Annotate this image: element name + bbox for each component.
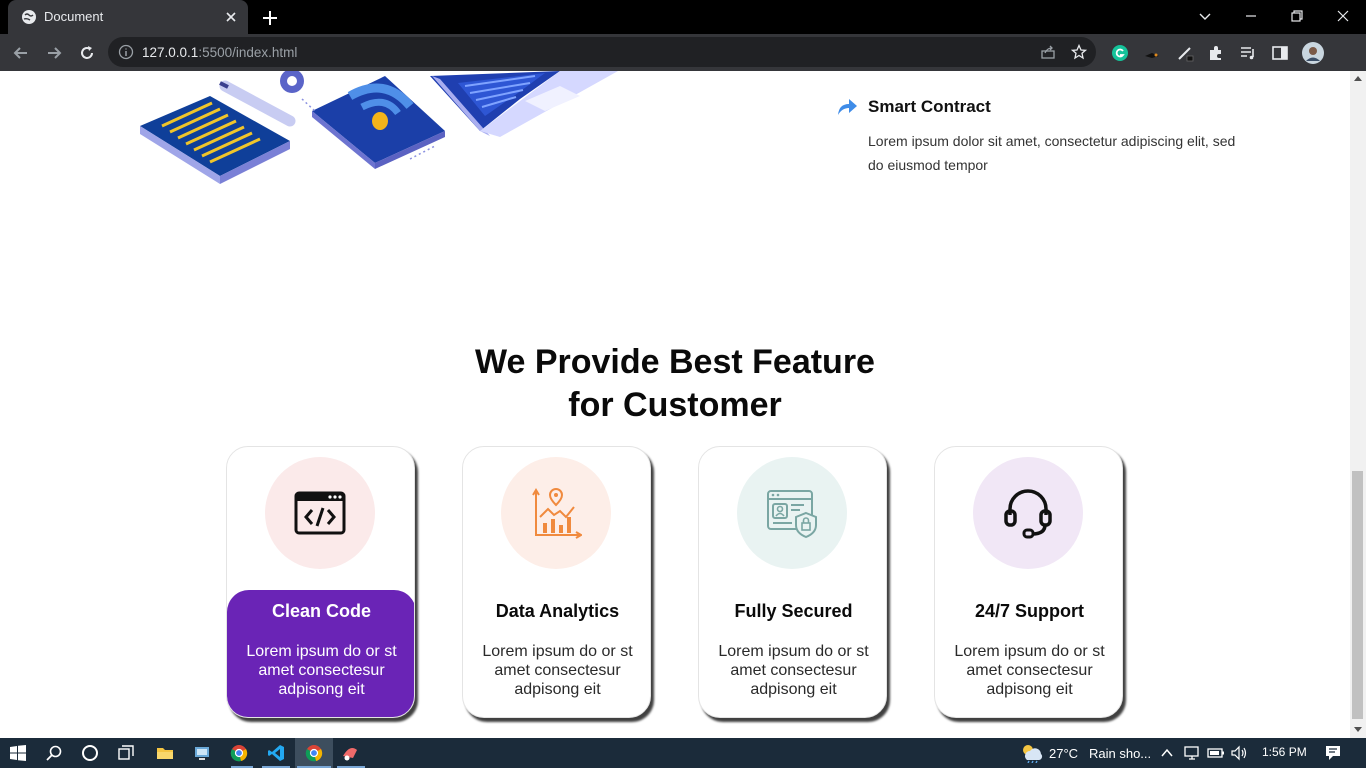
reload-icon[interactable] <box>77 43 97 63</box>
url-text: 127.0.0.1:5500/index.html <box>142 45 298 60</box>
task-view-icon[interactable] <box>117 744 135 762</box>
minimize-icon[interactable] <box>1243 8 1259 24</box>
address-bar[interactable]: 127.0.0.1:5500/index.html <box>108 37 1096 67</box>
features-heading: We Provide Best Feature for Customer <box>425 341 925 427</box>
back-icon[interactable] <box>11 43 31 63</box>
extension-hat-icon[interactable] <box>1143 44 1161 62</box>
scroll-thumb[interactable] <box>1352 471 1363 719</box>
feature-card-clean-code[interactable]: Clean Code Lorem ipsum do or st amet con… <box>226 446 415 718</box>
smart-contract-description: Lorem ipsum dolor sit amet, consectetur … <box>868 133 1236 173</box>
card-body: Data Analytics Lorem ipsum do or st amet… <box>463 590 650 717</box>
network-icon[interactable] <box>1183 744 1201 762</box>
media-queue-icon[interactable] <box>1239 44 1257 62</box>
features-heading-line1: We Provide Best Feature <box>475 343 875 381</box>
card-body: Clean Code Lorem ipsum do or st amet con… <box>227 590 414 717</box>
bookmark-star-icon[interactable] <box>1071 44 1087 60</box>
weather-rain-icon[interactable] <box>1020 743 1044 763</box>
scroll-up-arrow-icon[interactable] <box>1354 76 1362 81</box>
new-tab-icon[interactable] <box>261 9 279 27</box>
snipping-tool-icon[interactable] <box>341 744 359 762</box>
tab-title: Document <box>44 9 104 24</box>
feature-card-fully-secured[interactable]: Fully Secured Lorem ipsum do or st amet … <box>698 446 887 718</box>
features-heading-line2: for Customer <box>568 386 782 424</box>
vscode-icon[interactable] <box>267 744 285 762</box>
card-description: Lorem ipsum do or st amet consectesur ad… <box>718 643 869 698</box>
icon-circle <box>737 457 847 569</box>
cortana-icon[interactable] <box>81 744 99 762</box>
tab-strip: Document <box>0 0 1366 34</box>
volume-icon[interactable] <box>1230 744 1248 762</box>
search-icon[interactable] <box>45 744 63 762</box>
share-icon[interactable] <box>1040 44 1056 60</box>
isometric-illustration <box>140 71 618 184</box>
card-title: Fully Secured <box>734 601 853 621</box>
browser-toolbar: 127.0.0.1:5500/index.html <box>0 34 1366 71</box>
card-description: Lorem ipsum do or st amet consectesur ad… <box>246 643 397 698</box>
feature-card-data-analytics[interactable]: Data Analytics Lorem ipsum do or st amet… <box>462 446 651 718</box>
close-window-icon[interactable] <box>1335 8 1351 24</box>
grammarly-icon[interactable] <box>1111 44 1129 62</box>
browser-tab[interactable]: Document <box>8 0 248 34</box>
notifications-icon[interactable] <box>1324 744 1342 762</box>
file-explorer-icon[interactable] <box>156 744 174 762</box>
profile-avatar[interactable] <box>1302 42 1324 64</box>
analytics-chart-icon <box>532 487 582 539</box>
icon-circle <box>973 457 1083 569</box>
smart-contract-title: Smart Contract <box>868 97 991 116</box>
info-icon[interactable] <box>118 44 134 60</box>
network-app-icon[interactable] <box>193 744 211 762</box>
battery-icon[interactable] <box>1207 744 1225 762</box>
code-window-icon <box>294 491 346 535</box>
card-body: Fully Secured Lorem ipsum do or st amet … <box>699 590 886 717</box>
tab-search-icon[interactable] <box>1197 8 1213 24</box>
weather-description[interactable]: Rain sho... <box>1089 746 1151 761</box>
feature-card-support[interactable]: 24/7 Support Lorem ipsum do or st amet c… <box>934 446 1123 718</box>
headset-icon <box>1004 489 1052 539</box>
chrome-icon[interactable] <box>230 744 248 762</box>
card-description: Lorem ipsum do or st amet consectesur ad… <box>482 643 633 698</box>
card-title: 24/7 Support <box>974 601 1085 621</box>
show-hidden-icons-icon[interactable] <box>1160 744 1174 762</box>
windows-start-icon[interactable] <box>9 744 27 762</box>
extensions-puzzle-icon[interactable] <box>1207 44 1225 62</box>
close-tab-icon[interactable] <box>223 9 239 25</box>
card-description: Lorem ipsum do or st amet consectesur ad… <box>954 643 1105 698</box>
forward-icon[interactable] <box>44 43 64 63</box>
card-title: Data Analytics <box>495 601 620 621</box>
share-arrow-icon <box>838 99 857 115</box>
card-title: Clean Code <box>271 601 372 621</box>
globe-icon <box>22 10 36 24</box>
scroll-down-arrow-icon[interactable] <box>1354 727 1362 732</box>
restore-icon[interactable] <box>1289 8 1305 24</box>
windows-taskbar: 27°C Rain sho... 1:56 PM <box>0 738 1366 768</box>
weather-temperature[interactable]: 27°C <box>1049 746 1078 761</box>
icon-circle <box>501 457 611 569</box>
web-page: Smart Contract Lorem ipsum dolor sit ame… <box>0 71 1350 738</box>
page-scrollbar[interactable] <box>1350 71 1366 738</box>
secure-profile-icon <box>767 490 817 539</box>
pen-extension-icon[interactable] <box>1176 44 1194 62</box>
system-clock[interactable]: 1:56 PM <box>1262 745 1307 759</box>
icon-circle <box>265 457 375 569</box>
chrome-window-icon[interactable] <box>305 744 323 762</box>
side-panel-icon[interactable] <box>1271 44 1289 62</box>
card-body: 24/7 Support Lorem ipsum do or st amet c… <box>935 590 1122 717</box>
